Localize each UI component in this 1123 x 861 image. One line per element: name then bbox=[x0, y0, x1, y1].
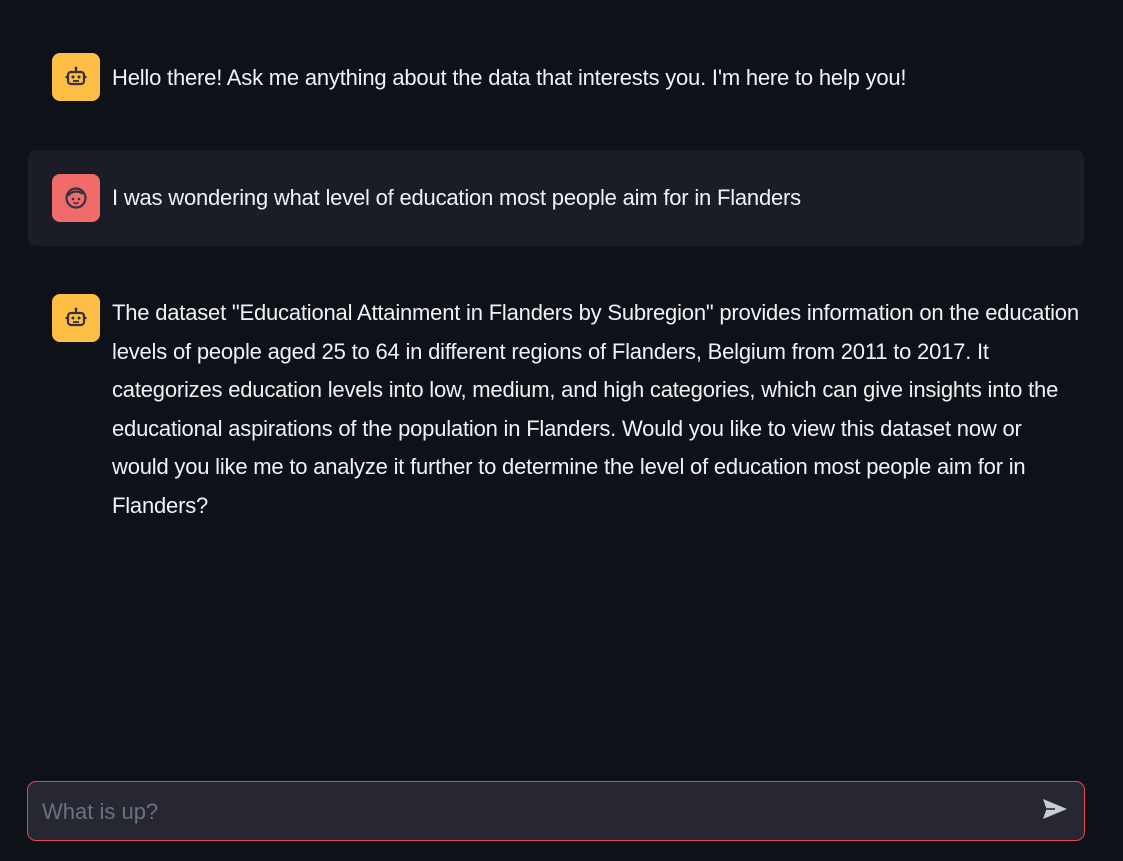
message-text: I was wondering what level of education … bbox=[112, 185, 801, 210]
robot-icon bbox=[64, 306, 88, 330]
assistant-avatar bbox=[52, 294, 100, 342]
user-face-icon bbox=[64, 186, 88, 210]
send-button[interactable] bbox=[1040, 796, 1070, 826]
user-avatar bbox=[52, 174, 100, 222]
robot-icon bbox=[64, 65, 88, 89]
chat-page: Hello there! Ask me anything about the d… bbox=[0, 0, 1123, 861]
assistant-avatar bbox=[52, 53, 100, 101]
chat-message-user: I was wondering what level of education … bbox=[28, 150, 1084, 246]
message-text: The dataset "Educational Attainment in F… bbox=[112, 300, 1079, 518]
chat-input-container bbox=[27, 781, 1085, 842]
send-arrow-icon bbox=[1041, 797, 1069, 826]
chat-message-assistant: The dataset "Educational Attainment in F… bbox=[28, 290, 1084, 530]
chat-message-assistant: Hello there! Ask me anything about the d… bbox=[28, 50, 1084, 106]
message-text: Hello there! Ask me anything about the d… bbox=[112, 65, 907, 90]
chat-input[interactable] bbox=[40, 782, 1024, 842]
